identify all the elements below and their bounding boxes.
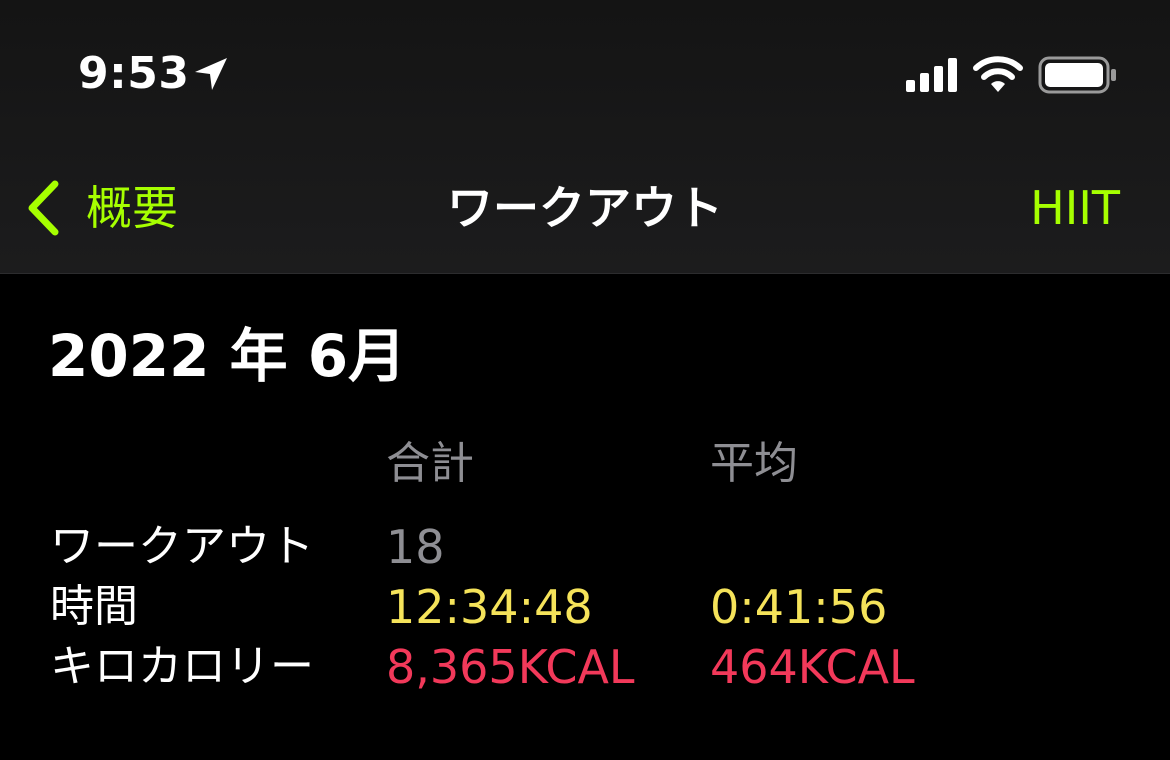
battery-icon: [1038, 56, 1116, 94]
row-label-workouts: ワークアウト: [50, 521, 314, 572]
workouts-total-value: 18: [386, 520, 445, 574]
calories-total-value: 8,365KCAL: [386, 640, 635, 694]
row-label-calories: キロカロリー: [50, 641, 314, 692]
page-title: ワークアウト: [447, 181, 723, 235]
duration-total-value: 12:34:48: [386, 580, 593, 634]
wifi-icon: [973, 56, 1023, 92]
duration-average-value: 0:41:56: [710, 580, 888, 634]
workout-summary-screen: 9:53 概要 ワークアウト HIIT 2022 年 6月 合計 平均 ワークア…: [0, 0, 1170, 760]
location-arrow-icon: [195, 58, 227, 90]
calories-average-value: 464KCAL: [710, 640, 915, 694]
hiit-filter-button[interactable]: HIIT: [1030, 178, 1120, 238]
status-time: 9:53: [78, 48, 190, 99]
column-header-average: 平均: [710, 438, 798, 489]
header-bar: 9:53 概要 ワークアウト HIIT: [0, 0, 1170, 274]
row-label-duration: 時間: [50, 581, 138, 632]
month-title: 2022 年 6月: [48, 322, 407, 390]
cellular-signal-icon: [906, 58, 957, 92]
column-header-total: 合計: [386, 438, 474, 489]
